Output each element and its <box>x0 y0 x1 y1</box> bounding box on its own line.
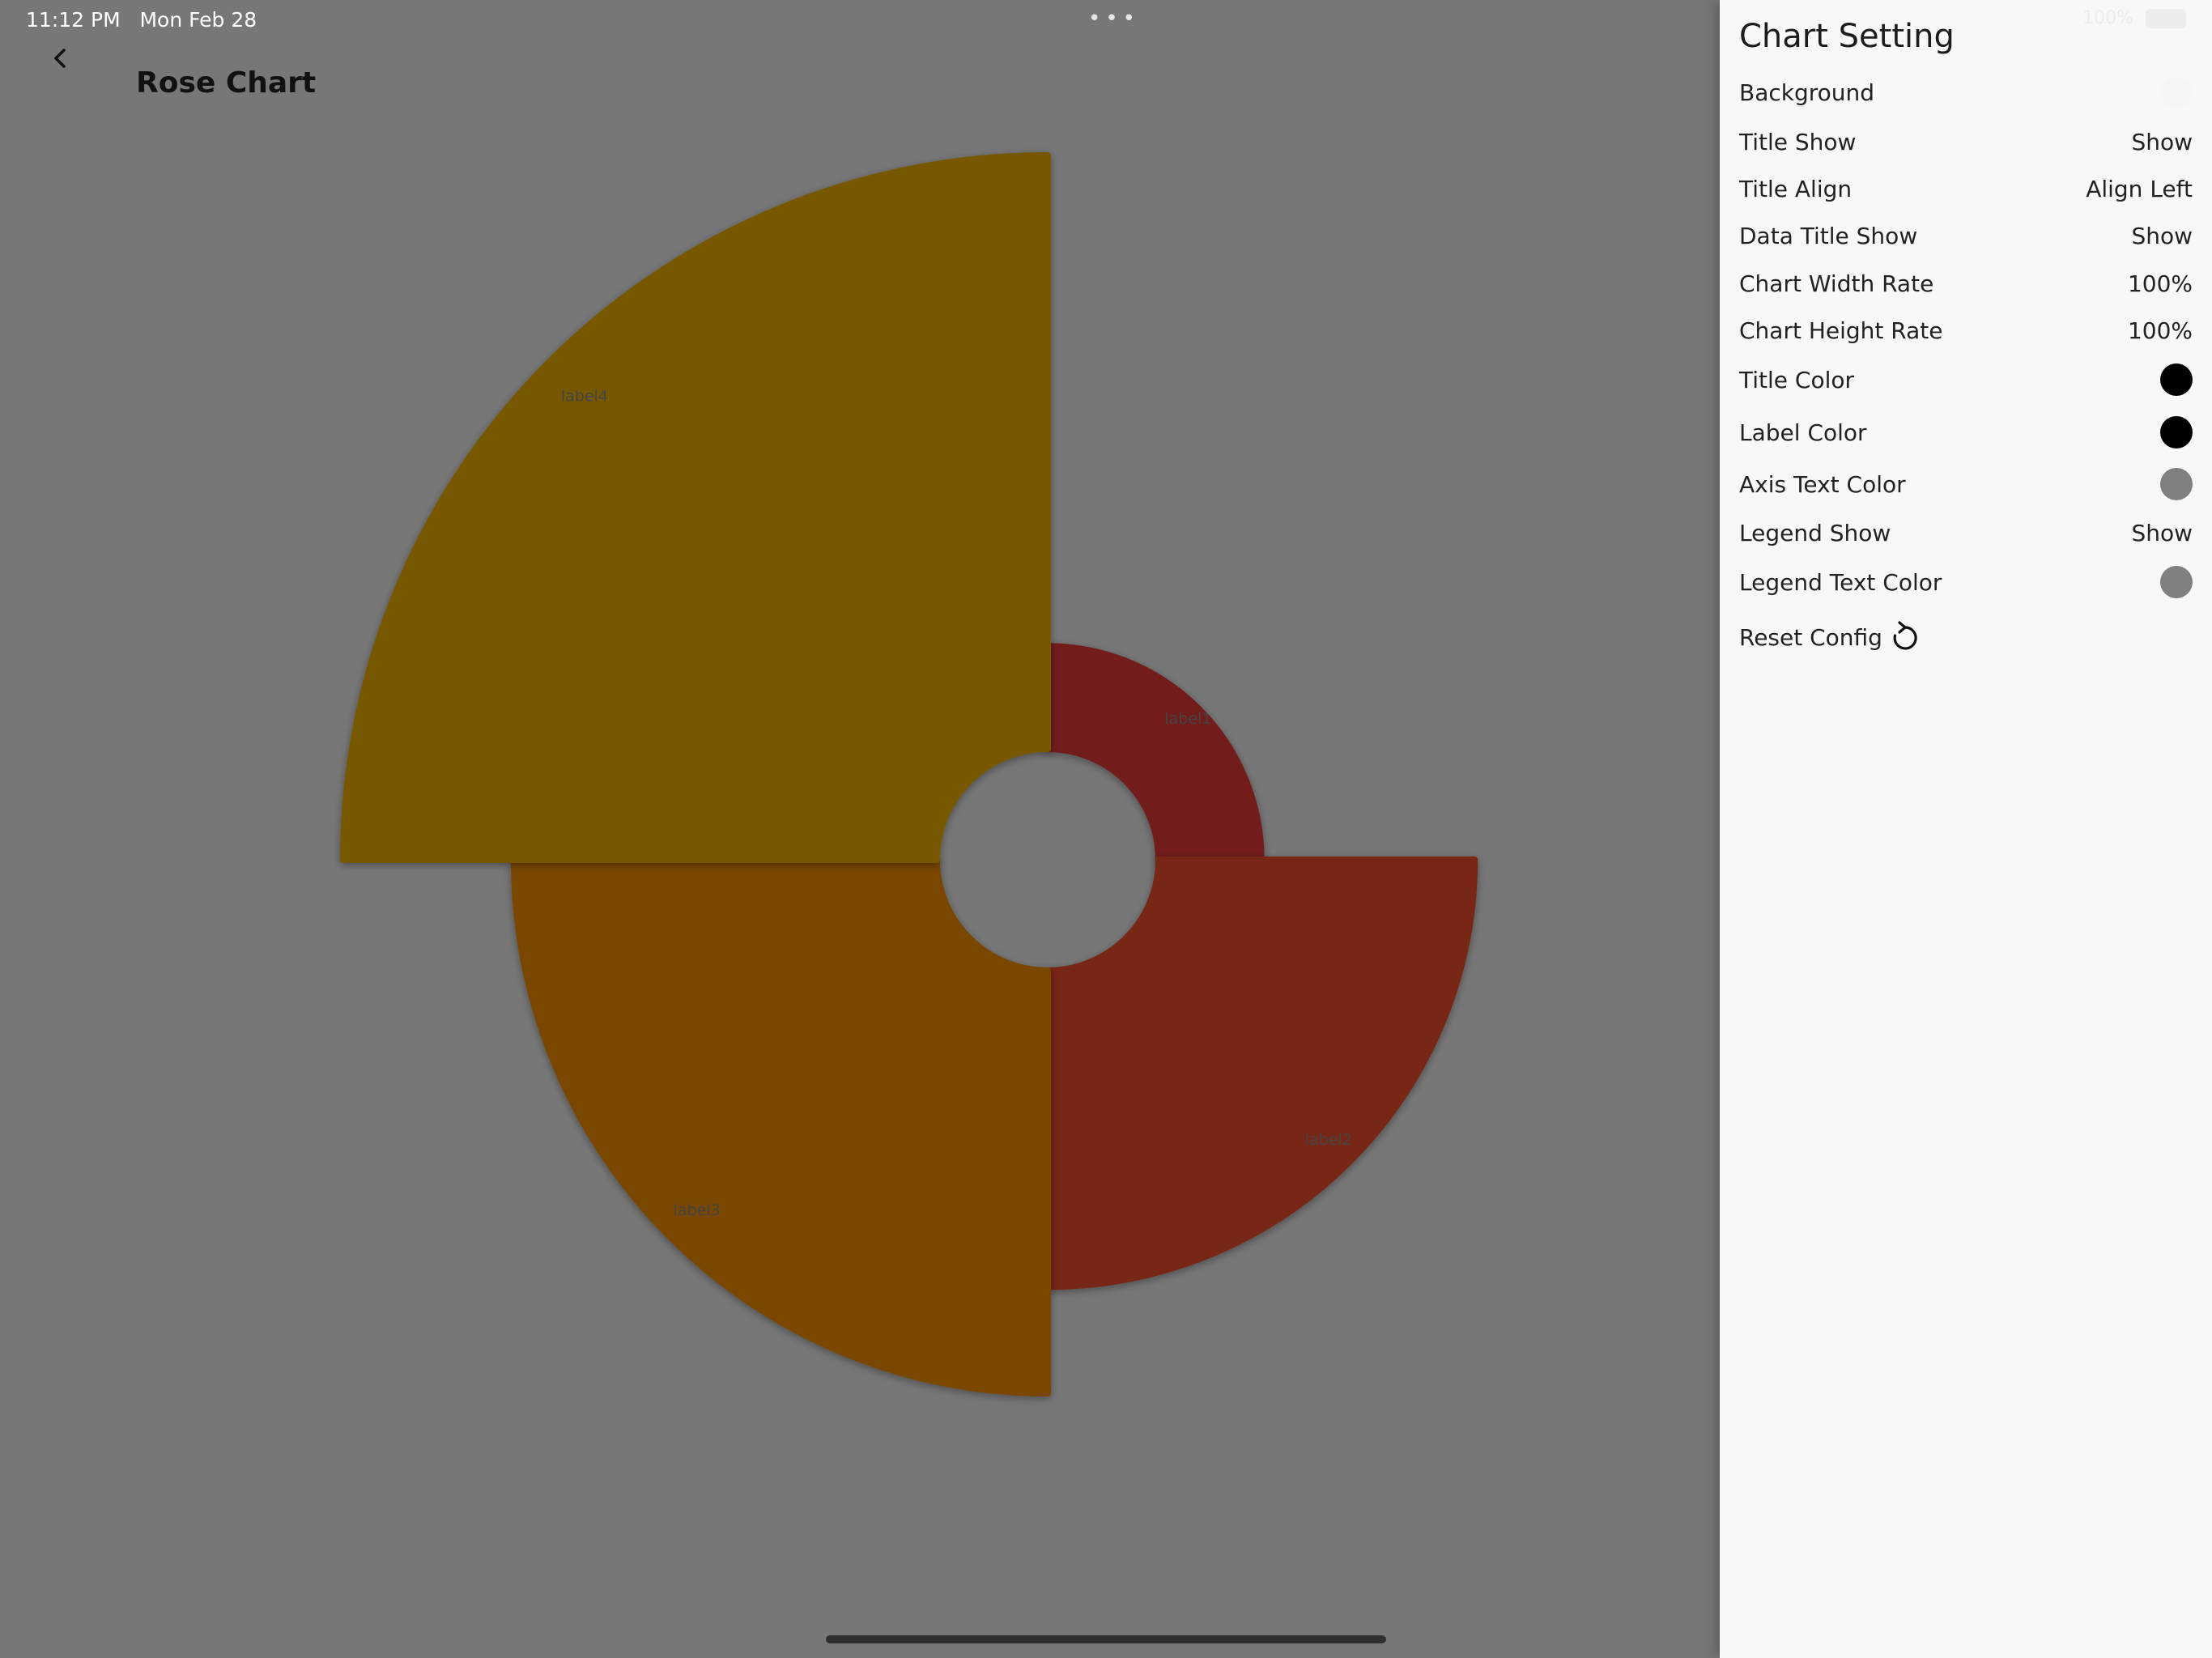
slice-label-label2: label2 <box>1305 1131 1352 1149</box>
setting-value: Show <box>2131 222 2193 249</box>
rose-slice-label1[interactable] <box>1044 643 1265 863</box>
setting-value: Show <box>2131 128 2193 155</box>
slice-label-label3: label3 <box>674 1201 721 1219</box>
color-swatch-title-color[interactable] <box>2160 363 2193 396</box>
reset-icon <box>1893 621 1917 650</box>
battery-icon <box>2146 9 2186 28</box>
setting-value: 100% <box>2127 317 2193 344</box>
slice-label-label1: label1 <box>1164 710 1211 728</box>
setting-background[interactable]: Background <box>1739 70 2193 115</box>
setting-legend-text-color[interactable]: Legend Text Color <box>1739 559 2193 605</box>
setting-title-color[interactable]: Title Color <box>1739 357 2193 402</box>
setting-label: Data Title Show <box>1739 222 1918 249</box>
setting-label: Axis Text Color <box>1739 470 1906 498</box>
rose-slice-label4[interactable] <box>340 152 1051 863</box>
setting-label: Legend Show <box>1739 519 1891 546</box>
setting-label: Title Align <box>1739 175 1853 202</box>
setting-axis-text-color[interactable]: Axis Text Color <box>1739 461 2193 507</box>
setting-legend-show[interactable]: Legend Show Show <box>1739 510 2193 555</box>
setting-value: Align Left <box>2086 175 2193 202</box>
setting-chart-height-rate[interactable]: Chart Height Rate 100% <box>1739 308 2193 353</box>
reset-config-label: Reset Config <box>1739 623 1882 651</box>
setting-value: 100% <box>2127 270 2193 297</box>
slice-label-label4: label4 <box>561 387 608 405</box>
setting-label: Chart Width Rate <box>1739 270 1934 297</box>
color-swatch-legend-text-color[interactable] <box>2160 566 2193 598</box>
setting-value: Show <box>2131 519 2193 546</box>
setting-label: Label Color <box>1739 419 1867 446</box>
rose-slice-label2[interactable] <box>1044 857 1478 1290</box>
setting-title-align[interactable]: Title Align Align Left <box>1739 166 2193 211</box>
setting-label-color[interactable]: Label Color <box>1739 410 2193 455</box>
setting-label: Chart Height Rate <box>1739 317 1943 344</box>
setting-label: Title Show <box>1739 128 1857 155</box>
reset-config-button[interactable]: Reset Config <box>1739 614 1920 661</box>
color-swatch-label-color[interactable] <box>2160 416 2193 449</box>
setting-label: Title Color <box>1739 366 1855 393</box>
panel-title: Chart Setting <box>1739 18 1955 55</box>
color-swatch-background[interactable] <box>2160 76 2193 108</box>
setting-label: Legend Text Color <box>1739 568 1942 596</box>
home-indicator[interactable] <box>826 1635 1386 1643</box>
rose-chart: label1 label2 label3 label4 <box>340 152 1478 1397</box>
chart-setting-panel: 100% Chart Setting Background Title Show S… <box>1720 0 2212 1658</box>
setting-title-show[interactable]: Title Show Show <box>1739 119 2193 164</box>
status-bar-right: 100% <box>2082 8 2186 28</box>
chart-view: 11:12 PM Mon Feb 28 ••• Rose Chart label… <box>0 0 1720 1658</box>
battery-percent: 100% <box>2082 8 2133 28</box>
setting-chart-width-rate[interactable]: Chart Width Rate 100% <box>1739 261 2193 306</box>
setting-label: Background <box>1739 79 1875 106</box>
setting-data-title-show[interactable]: Data Title Show Show <box>1739 213 2193 258</box>
color-swatch-axis-text-color[interactable] <box>2160 468 2193 500</box>
rose-slice-label3[interactable] <box>510 857 1051 1397</box>
